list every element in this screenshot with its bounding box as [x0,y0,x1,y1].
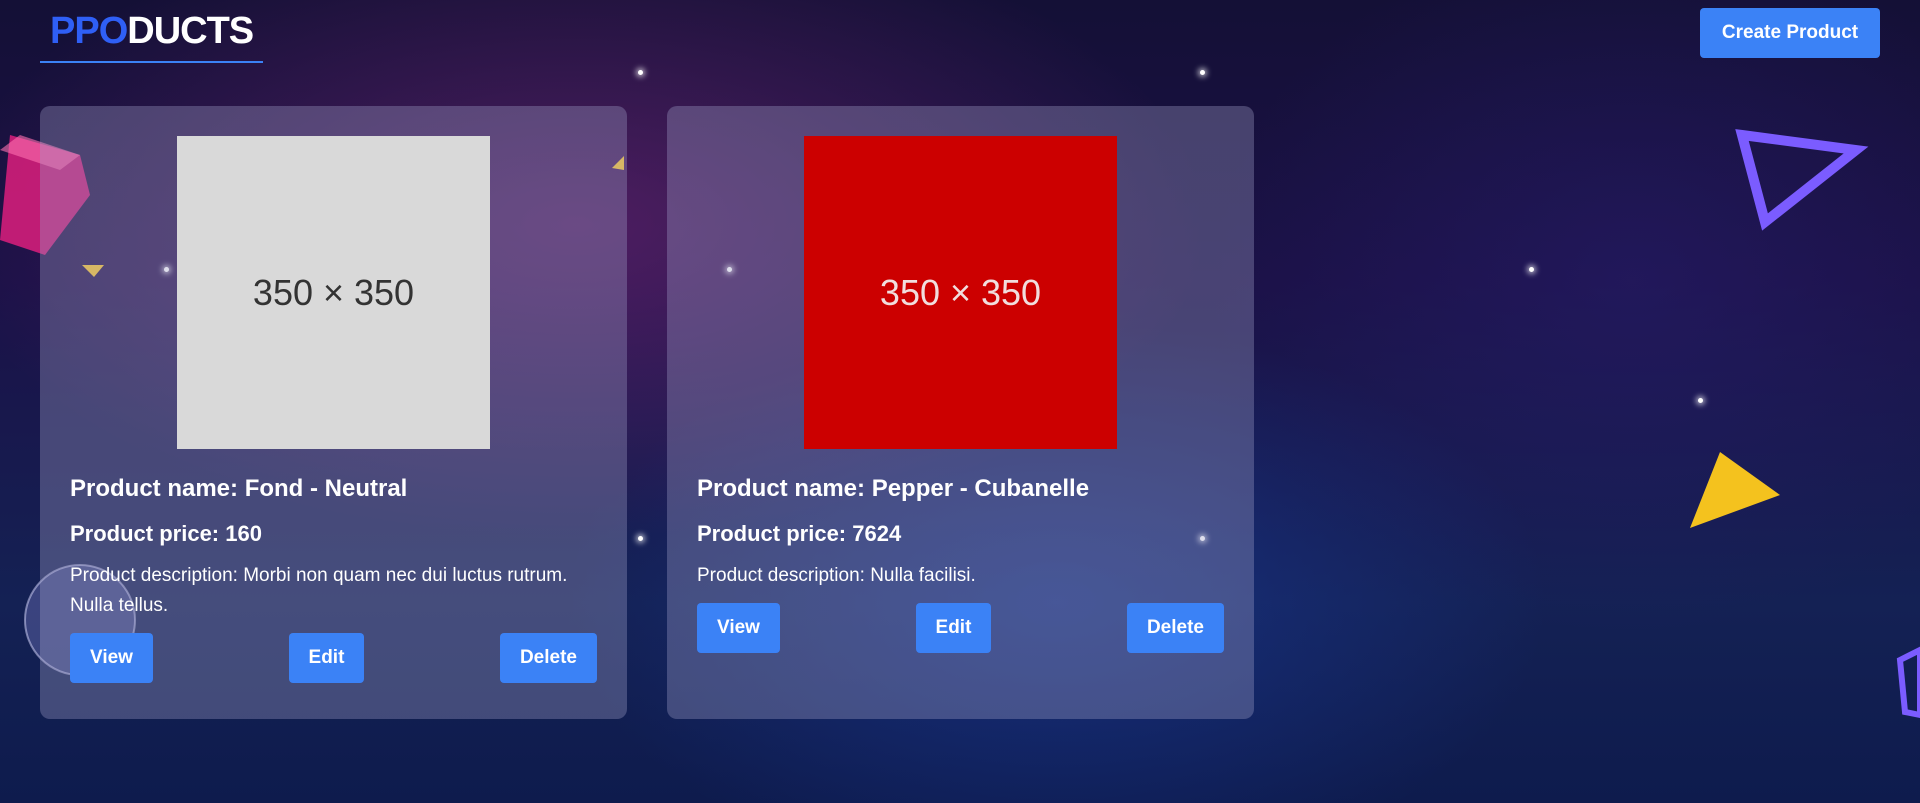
view-button[interactable]: View [697,603,780,653]
product-image-placeholder: 350 × 350 [177,136,490,449]
page-header: PPODUCTS Create Product [0,0,1920,70]
product-price: Product price: 7624 [697,521,902,546]
outline-triangle-shape [1735,129,1869,231]
product-list: 350 × 350 Product name: Fond - Neutral P… [40,106,1254,719]
delete-button[interactable]: Delete [1126,603,1224,653]
product-image-placeholder: 350 × 350 [804,136,1117,449]
product-description: Product description: Morbi non quam nec … [70,565,568,616]
delete-button[interactable]: Delete [499,633,597,683]
product-actions: View Edit Delete [70,633,597,683]
product-card: 350 × 350 Product name: Pepper - Cubanel… [667,106,1254,719]
product-description: Product description: Nulla facilisi. [697,565,976,586]
logo-rest-text: DUCTS [127,10,254,52]
star [1698,398,1703,403]
product-actions: View Edit Delete [697,603,1224,653]
yellow-triangle-shape [1690,452,1780,528]
edit-button[interactable]: Edit [288,633,365,683]
view-button[interactable]: View [70,633,153,683]
edit-button[interactable]: Edit [915,603,992,653]
outline-triangle-partial [1896,646,1920,719]
product-name: Product name: Pepper - Cubanelle [697,475,1090,502]
product-card: 350 × 350 Product name: Fond - Neutral P… [40,106,627,719]
star [1529,267,1534,272]
star [638,70,643,75]
logo-accent-text: PPO [50,10,128,52]
product-name: Product name: Fond - Neutral [70,475,408,502]
create-product-button[interactable]: Create Product [1700,8,1880,58]
star [1200,70,1205,75]
product-price: Product price: 160 [70,521,262,546]
page-title: PPODUCTS [40,10,264,63]
